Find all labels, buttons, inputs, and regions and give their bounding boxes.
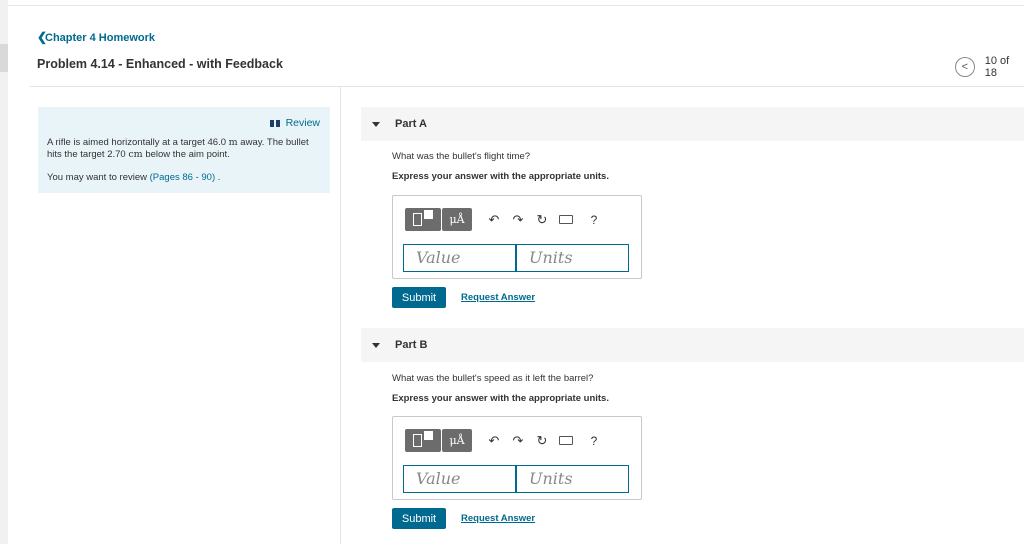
part-b-answer-box: μÅ ↶ ↷ ↻ ? Value Units xyxy=(392,416,642,500)
previous-problem-button[interactable]: < xyxy=(955,57,975,77)
templates-button[interactable] xyxy=(405,429,441,452)
undo-icon[interactable]: ↶ xyxy=(482,208,506,231)
template-icon xyxy=(413,434,422,447)
symbols-button[interactable]: μÅ xyxy=(442,429,472,452)
review-hint: You may want to review (Pages 86 - 90) . xyxy=(47,172,220,183)
caret-down-icon xyxy=(372,342,380,348)
book-icon xyxy=(269,119,280,127)
caret-down-icon xyxy=(372,121,380,127)
symbols-button[interactable]: μÅ xyxy=(442,208,472,231)
part-b-request-answer-link[interactable]: Request Answer xyxy=(461,513,535,524)
help-icon[interactable]: ? xyxy=(582,429,606,452)
review-hint-prefix: You may want to review xyxy=(47,172,150,183)
help-icon[interactable]: ? xyxy=(582,208,606,231)
part-a-request-answer-link[interactable]: Request Answer xyxy=(461,292,535,303)
part-a-label: Part A xyxy=(395,118,427,130)
problem-count: 10 of 18 xyxy=(984,55,1010,79)
keyboard-icon[interactable] xyxy=(559,215,573,224)
templates-button[interactable] xyxy=(405,208,441,231)
part-b-toolbar: μÅ ↶ ↷ ↻ ? xyxy=(405,429,606,452)
template-icon xyxy=(413,213,422,226)
breadcrumb-chapter-link[interactable]: ❮Chapter 4 Homework xyxy=(37,30,155,44)
problem-description: A rifle is aimed horizontally at a targe… xyxy=(47,137,317,161)
part-a-submit-button[interactable]: Submit xyxy=(392,287,446,308)
review-link[interactable]: Review xyxy=(269,117,320,129)
reset-icon[interactable]: ↻ xyxy=(530,429,554,452)
page-title: Problem 4.14 - Enhanced - with Feedback xyxy=(37,57,283,71)
part-a-units-input[interactable]: Units xyxy=(516,244,629,272)
left-edge-marker xyxy=(0,44,8,72)
review-hint-suffix: . xyxy=(215,172,221,183)
problem-pager: < 10 of 18 xyxy=(955,55,1024,79)
part-b-units-input[interactable]: Units xyxy=(516,465,629,493)
part-b-instruction: Express your answer with the appropriate… xyxy=(392,393,609,404)
part-a-question: What was the bullet's flight time? xyxy=(392,151,531,162)
part-a-value-input[interactable]: Value xyxy=(403,244,516,272)
reset-icon[interactable]: ↻ xyxy=(530,208,554,231)
part-a-header[interactable]: Part A xyxy=(361,107,1024,141)
problem-info-panel: Review A rifle is aimed horizontally at … xyxy=(38,107,330,193)
template-icon-fill xyxy=(424,210,433,219)
pages-link[interactable]: (Pages 86 - 90) xyxy=(150,172,215,183)
description-text-3: below the aim point. xyxy=(142,149,230,160)
column-divider xyxy=(340,86,341,544)
review-label: Review xyxy=(285,117,320,129)
unit-centimeters: cm xyxy=(128,149,143,160)
chevron-left-icon: < xyxy=(961,61,969,73)
description-text-1: A rifle is aimed horizontally at a targe… xyxy=(47,137,229,148)
part-b-label: Part B xyxy=(395,339,428,351)
undo-icon[interactable]: ↶ xyxy=(482,429,506,452)
part-b-value-input[interactable]: Value xyxy=(403,465,516,493)
breadcrumb-label: Chapter 4 Homework xyxy=(45,32,156,44)
chevron-left-icon: ❮ xyxy=(37,30,48,44)
part-a-answer-box: μÅ ↶ ↷ ↻ ? Value Units xyxy=(392,195,642,279)
keyboard-icon[interactable] xyxy=(559,436,573,445)
redo-icon[interactable]: ↷ xyxy=(506,429,530,452)
top-divider xyxy=(8,5,1024,6)
part-b-submit-button[interactable]: Submit xyxy=(392,508,446,529)
redo-icon[interactable]: ↷ xyxy=(506,208,530,231)
header-divider xyxy=(30,86,1024,87)
unit-meters: m xyxy=(228,137,238,148)
part-b-header[interactable]: Part B xyxy=(361,328,1024,362)
part-a-toolbar: μÅ ↶ ↷ ↻ ? xyxy=(405,208,606,231)
part-a-instruction: Express your answer with the appropriate… xyxy=(392,171,609,182)
template-icon-fill xyxy=(424,431,433,440)
left-edge-strip xyxy=(0,0,8,544)
part-b-question: What was the bullet's speed as it left t… xyxy=(392,373,594,384)
